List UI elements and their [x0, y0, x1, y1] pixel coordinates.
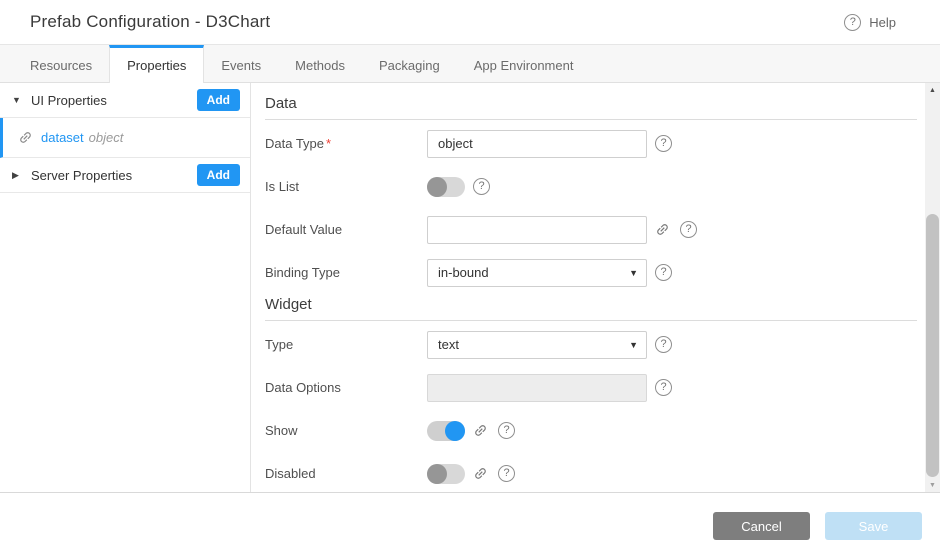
toggle-knob — [427, 464, 447, 484]
field-label-text: Disabled — [265, 466, 316, 481]
help-icon[interactable]: ? — [655, 379, 672, 396]
field-label-type: Type — [265, 337, 427, 352]
field-label-show: Show — [265, 423, 427, 438]
sidebar-group-server-properties[interactable]: ▶ Server Properties Add — [0, 158, 250, 193]
field-label-text: Type — [265, 337, 293, 352]
properties-sidebar: ▼ UI Properties Add dataset object ▶ Ser… — [0, 83, 251, 492]
caret-right-icon: ▶ — [12, 170, 25, 181]
help-icon[interactable]: ? — [498, 422, 515, 439]
tab-packaging[interactable]: Packaging — [362, 45, 457, 83]
dialog-footer: Cancel Save — [0, 492, 940, 560]
tab-resources[interactable]: Resources — [13, 45, 109, 83]
tab-methods[interactable]: Methods — [278, 45, 362, 83]
select-value: text — [438, 337, 459, 352]
property-detail-panel: Data Data Type* ? Is List ? — [251, 83, 925, 492]
field-label-text: Show — [265, 423, 298, 438]
binding-type-select[interactable]: in-bound ▼ — [427, 259, 647, 287]
toggle-knob — [445, 421, 465, 441]
sidebar-item-dataset[interactable]: dataset object — [0, 118, 250, 158]
field-label-default-value: Default Value — [265, 222, 427, 237]
help-icon[interactable]: ? — [680, 221, 697, 238]
section-title-widget: Widget — [265, 296, 917, 321]
save-button[interactable]: Save — [825, 512, 922, 540]
select-value: in-bound — [438, 265, 489, 280]
tab-properties[interactable]: Properties — [109, 45, 204, 83]
help-icon[interactable]: ? — [655, 135, 672, 152]
help-label: Help — [869, 15, 896, 30]
field-label-text: Data Type — [265, 136, 324, 151]
tab-bar: Resources Properties Events Methods Pack… — [0, 45, 940, 83]
group-label-server-properties: Server Properties — [31, 168, 132, 183]
scroll-up-icon[interactable]: ▲ — [925, 83, 940, 97]
help-icon[interactable]: ? — [655, 336, 672, 353]
field-label-text: Binding Type — [265, 265, 340, 280]
field-row-disabled: Disabled ? — [265, 452, 917, 492]
sidebar-group-ui-properties[interactable]: ▼ UI Properties Add — [0, 83, 250, 118]
vertical-scrollbar[interactable]: ▲ ▼ — [925, 83, 940, 492]
required-asterisk: * — [326, 136, 331, 151]
field-label-text: Is List — [265, 179, 299, 194]
tab-events[interactable]: Events — [204, 45, 278, 83]
dropdown-arrow-icon: ▼ — [629, 268, 638, 278]
dropdown-arrow-icon: ▼ — [629, 340, 638, 350]
field-row-data-type: Data Type* ? — [265, 122, 917, 165]
disabled-toggle[interactable] — [427, 464, 465, 484]
property-name: dataset — [41, 130, 84, 145]
help-link[interactable]: ? Help — [844, 14, 896, 31]
field-row-show: Show ? — [265, 409, 917, 452]
data-options-input — [427, 374, 647, 402]
field-label-text: Default Value — [265, 222, 342, 237]
data-type-input[interactable] — [427, 130, 647, 158]
help-icon: ? — [844, 14, 861, 31]
field-label-data-type: Data Type* — [265, 136, 427, 151]
field-label-binding-type: Binding Type — [265, 265, 427, 280]
field-row-binding-type: Binding Type in-bound ▼ ? — [265, 251, 917, 294]
page-title: Prefab Configuration - D3Chart — [30, 12, 270, 32]
bind-icon[interactable] — [473, 423, 488, 438]
toggle-knob — [427, 177, 447, 197]
default-value-input[interactable] — [427, 216, 647, 244]
bind-icon[interactable] — [473, 466, 488, 481]
section-title-data: Data — [265, 95, 917, 120]
add-server-property-button[interactable]: Add — [197, 164, 240, 186]
widget-type-select[interactable]: text ▼ — [427, 331, 647, 359]
add-ui-property-button[interactable]: Add — [197, 89, 240, 111]
bind-icon[interactable] — [655, 222, 670, 237]
show-toggle[interactable] — [427, 421, 465, 441]
field-label-text: Data Options — [265, 380, 341, 395]
field-label-data-options: Data Options — [265, 380, 427, 395]
field-row-default-value: Default Value ? — [265, 208, 917, 251]
tab-app-environment[interactable]: App Environment — [457, 45, 591, 83]
caret-down-icon: ▼ — [12, 95, 25, 105]
dialog-header: Prefab Configuration - D3Chart ? Help — [0, 0, 940, 45]
prefab-configuration-dialog: Prefab Configuration - D3Chart ? Help Re… — [0, 0, 940, 560]
field-label-disabled: Disabled — [265, 466, 427, 481]
property-type: object — [89, 130, 124, 145]
field-row-type: Type text ▼ ? — [265, 323, 917, 366]
bind-icon — [18, 130, 33, 145]
help-icon[interactable]: ? — [655, 264, 672, 281]
field-row-data-options: Data Options ? — [265, 366, 917, 409]
cancel-button[interactable]: Cancel — [713, 512, 810, 540]
scrollbar-thumb[interactable] — [926, 214, 939, 477]
dialog-body: ▼ UI Properties Add dataset object ▶ Ser… — [0, 83, 940, 492]
group-label-ui-properties: UI Properties — [31, 93, 107, 108]
is-list-toggle[interactable] — [427, 177, 465, 197]
field-row-is-list: Is List ? — [265, 165, 917, 208]
scroll-down-icon[interactable]: ▼ — [925, 478, 940, 492]
help-icon[interactable]: ? — [473, 178, 490, 195]
field-label-is-list: Is List — [265, 179, 427, 194]
help-icon[interactable]: ? — [498, 465, 515, 482]
